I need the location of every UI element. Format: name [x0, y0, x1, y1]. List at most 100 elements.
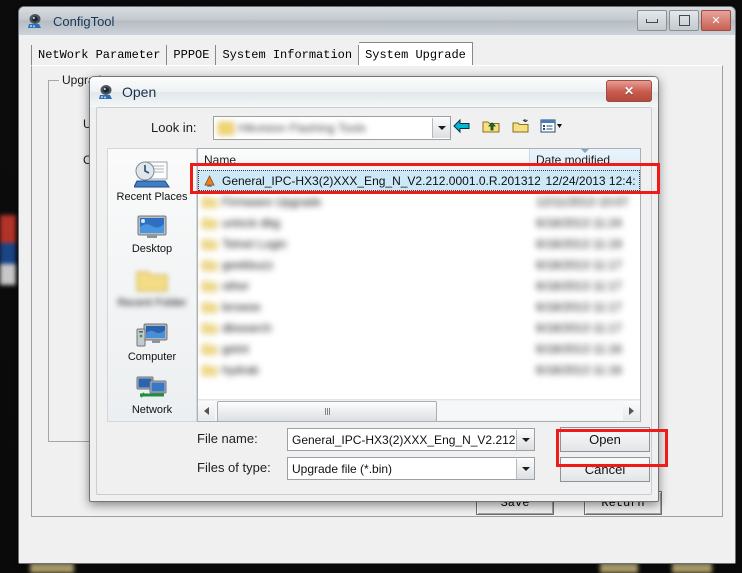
up-folder-icon[interactable] [479, 115, 503, 137]
sort-ascending-icon [581, 149, 589, 153]
file-name-cell: other [198, 279, 530, 293]
column-header-name[interactable]: Name [198, 149, 529, 170]
place-label: Computer [127, 350, 177, 363]
dialog-close-button[interactable]: ✕ [606, 80, 652, 102]
table-row[interactable]: getnt 6/18/2013 11:16 [198, 338, 640, 359]
place-label: Network [131, 404, 173, 417]
file-name-text: dbsearch [222, 320, 272, 335]
window-controls: ✕ [637, 10, 731, 31]
places-bar: Recent Places Desktop Recent Folder Comp… [107, 148, 197, 422]
folder-icon [202, 260, 217, 270]
table-row[interactable]: unlock dbg 6/18/2013 11:24 [198, 212, 640, 233]
file-date-cell: 6/18/2013 11:17 [536, 299, 622, 314]
files-of-type-value: Upgrade file (*.bin) [292, 461, 393, 476]
column-header-date-label: Date modified [536, 152, 611, 167]
folder-icon [202, 323, 217, 333]
minimize-icon [646, 18, 658, 23]
table-row[interactable]: browse 6/18/2013 11:17 [198, 296, 640, 317]
chevron-down-icon[interactable] [516, 458, 534, 479]
cancel-button[interactable]: Cancel [560, 457, 650, 482]
scroll-right-button[interactable] [623, 401, 640, 420]
place-network[interactable]: Network [110, 369, 194, 421]
maximize-button[interactable] [669, 10, 699, 31]
main-titlebar[interactable]: ConfigTool ✕ [19, 7, 735, 36]
table-row[interactable]: Telnet Login 6/18/2013 11:19 [198, 233, 640, 254]
dialog-titlebar[interactable]: Open ✕ [90, 77, 658, 107]
scrollbar-thumb[interactable] [217, 401, 437, 421]
table-row[interactable]: General_IPC-HX3(2)XXX_Eng_N_V2.212.0001.… [198, 170, 640, 191]
close-button[interactable]: ✕ [701, 10, 731, 31]
minimize-button[interactable] [637, 10, 667, 31]
files-of-type-select[interactable]: Upgrade file (*.bin) [287, 457, 535, 480]
open-button[interactable]: Open [560, 427, 650, 452]
place-recent-places[interactable]: Recent Places [110, 155, 194, 207]
chevron-down-icon[interactable] [432, 118, 450, 138]
place-desktop[interactable]: Desktop [110, 209, 194, 261]
folder-icon [202, 302, 217, 312]
file-list-view[interactable]: Name Date modified General_IPC-HX3(2)XXX… [197, 148, 641, 422]
file-date-cell: 6/18/2013 11:16 [536, 341, 622, 356]
folder-icon [202, 365, 217, 375]
chevron-down-icon[interactable] [516, 429, 534, 450]
file-date-cell: 6/18/2013 11:17 [536, 320, 622, 335]
recent-places-icon [134, 161, 170, 188]
place-blurred-folder[interactable]: Recent Folder [110, 262, 194, 314]
table-row[interactable]: geekbuzz 6/18/2013 11:17 [198, 254, 640, 275]
file-name-text: unlock dbg [222, 215, 281, 230]
file-date-cell: 12/24/2013 12:4: [545, 173, 636, 188]
bin-file-icon [204, 174, 215, 187]
file-name-cell: dbsearch [198, 321, 530, 335]
dialog-body: Look in: Hikvision Flashing Tools Recent… [96, 107, 652, 495]
file-name-cell: unlock dbg [198, 216, 530, 230]
dialog-bottom-fields: File name: General_IPC-HX3(2)XXX_Eng_N_V… [197, 427, 650, 486]
tab-system-information[interactable]: System Information [216, 45, 360, 65]
folder-icon [202, 281, 217, 291]
file-date-cell: 6/18/2013 11:17 [536, 278, 622, 293]
lookin-combobox[interactable]: Hikvision Flashing Tools [213, 116, 451, 140]
tab-network-parameter[interactable]: NetWork Parameter [31, 45, 168, 65]
file-name-text: geekbuzz [222, 257, 274, 272]
file-name-input[interactable]: General_IPC-HX3(2)XXX_Eng_N_V2.212.0001 [287, 428, 535, 451]
new-folder-icon[interactable] [509, 115, 533, 137]
file-name-text: other [222, 278, 250, 293]
column-header-date-modified[interactable]: Date modified [529, 149, 640, 170]
file-name-cell: General_IPC-HX3(2)XXX_Eng_N_V2.212.0001.… [198, 174, 540, 188]
table-row[interactable]: hydrab 6/18/2013 11:16 [198, 359, 640, 380]
views-icon[interactable] [539, 115, 563, 137]
lookin-path-text: Hikvision Flashing Tools [238, 121, 366, 135]
back-icon[interactable] [449, 115, 473, 137]
scroll-left-button[interactable] [198, 401, 215, 420]
computer-icon [136, 323, 168, 347]
table-row[interactable]: dbsearch 6/18/2013 11:17 [198, 317, 640, 338]
desktop-shortcut-icon[interactable] [0, 215, 16, 285]
column-header-name-label: Name [204, 152, 237, 167]
file-list-rows: General_IPC-HX3(2)XXX_Eng_N_V2.212.0001.… [198, 170, 640, 399]
open-file-dialog: Open ✕ Look in: Hikvision Flashing Tools [89, 76, 659, 502]
file-name-label: File name: [197, 431, 258, 446]
table-row[interactable]: other 6/18/2013 11:17 [198, 275, 640, 296]
file-date-cell: 6/18/2013 11:24 [536, 215, 622, 230]
folder-icon [136, 271, 168, 292]
maximize-icon [678, 15, 690, 26]
file-name-text: hydrab [222, 362, 259, 377]
file-name-cell: hydrab [198, 363, 530, 377]
file-name-text: General_IPC-HX3(2)XXX_Eng_N_V2.212.0001.… [222, 173, 540, 188]
file-name-text: Firmware Upgrade [222, 194, 322, 209]
camera-icon [98, 83, 116, 101]
scrollbar-track[interactable] [215, 401, 623, 421]
lookin-value: Hikvision Flashing Tools [218, 121, 366, 135]
tab-pppoe[interactable]: PPPOE [167, 45, 217, 65]
file-name-cell: browse [198, 300, 530, 314]
file-date-cell: 6/18/2013 11:19 [536, 236, 622, 251]
main-window-title: ConfigTool [53, 13, 115, 29]
tab-system-upgrade[interactable]: System Upgrade [359, 42, 473, 67]
folder-icon [218, 121, 234, 135]
horizontal-scrollbar[interactable] [198, 399, 640, 421]
close-icon: ✕ [623, 84, 635, 98]
lookin-label: Look in: [151, 120, 197, 135]
place-computer[interactable]: Computer [110, 316, 194, 368]
file-name-cell: Firmware Upgrade [198, 195, 530, 209]
folder-icon [202, 344, 217, 354]
files-of-type-label: Files of type: [197, 460, 271, 475]
table-row[interactable]: Firmware Upgrade 12/11/2013 10:07 [198, 191, 640, 212]
